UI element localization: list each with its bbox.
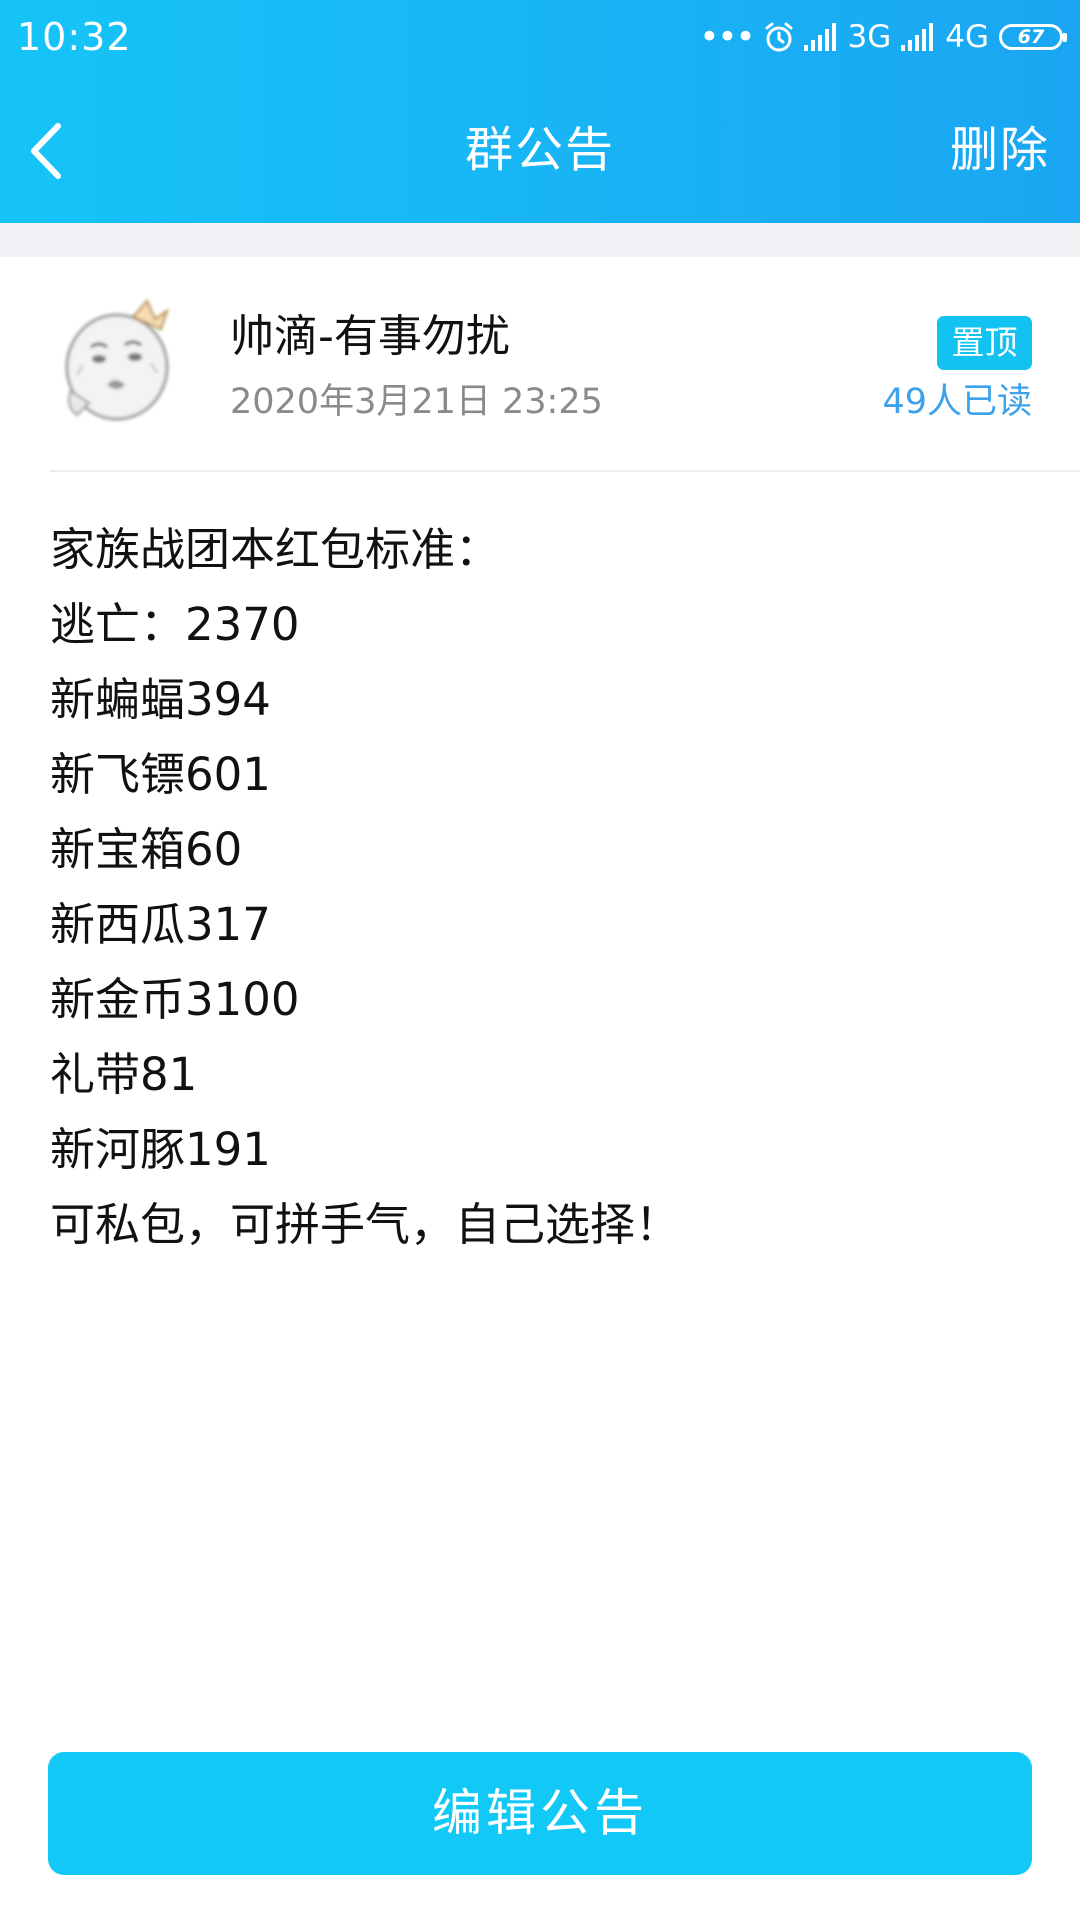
status-time: 10:32 <box>17 15 132 59</box>
announcement-line: 可私包，可拼手气，自己选择！ <box>50 1198 681 1251</box>
more-notifications-icon: ••• <box>699 17 755 57</box>
announcement-line: 新蝙蝠394 <box>50 673 271 726</box>
read-count[interactable]: 49人已读 <box>882 380 1032 424</box>
status-bar: 10:32 ••• 3G 4G 67 <box>0 0 1080 78</box>
announcement-body: 家族战团本红包标准： 逃亡：2370 新蝙蝠394 新飞镖601 新宝箱60 新… <box>50 512 1030 1262</box>
announcement-line: 新西瓜317 <box>50 898 271 951</box>
network-4g-label: 4G <box>945 19 989 55</box>
page-title: 群公告 <box>464 122 615 178</box>
battery-icon: 67 <box>999 24 1067 50</box>
status-icons: ••• 3G 4G 67 <box>699 17 1067 57</box>
edit-announcement-button[interactable]: 编辑公告 <box>48 1752 1032 1875</box>
avatar[interactable] <box>55 295 185 425</box>
announcement-line: 新飞镖601 <box>50 748 271 801</box>
announcement-line: 新河豚191 <box>50 1123 271 1176</box>
announcement-line: 逃亡：2370 <box>50 598 300 651</box>
announcement-header: 帅滴-有事勿扰 2020年3月21日 23:25 置顶 49人已读 <box>0 257 1080 472</box>
top-bar: 10:32 ••• 3G 4G 67 群公告 删除 <box>0 0 1080 223</box>
alarm-icon <box>764 21 794 53</box>
network-3g-label: 3G <box>847 19 892 55</box>
announcement-line: 家族战团本红包标准： <box>50 523 501 576</box>
battery-level: 67 <box>1017 26 1045 48</box>
delete-button[interactable]: 删除 <box>950 78 1050 223</box>
announcement-line: 礼带81 <box>50 1048 198 1101</box>
divider <box>50 470 1080 472</box>
post-timestamp: 2020年3月21日 23:25 <box>230 382 603 422</box>
signal-icon <box>803 23 838 51</box>
author-name[interactable]: 帅滴-有事勿扰 <box>230 309 510 365</box>
section-gap <box>0 223 1080 257</box>
pinned-badge: 置顶 <box>937 316 1032 370</box>
announcement-line: 新宝箱60 <box>50 823 243 876</box>
signal-icon <box>901 23 935 51</box>
announcement-line: 新金币3100 <box>50 973 300 1026</box>
navigation-bar: 群公告 删除 <box>0 78 1080 223</box>
